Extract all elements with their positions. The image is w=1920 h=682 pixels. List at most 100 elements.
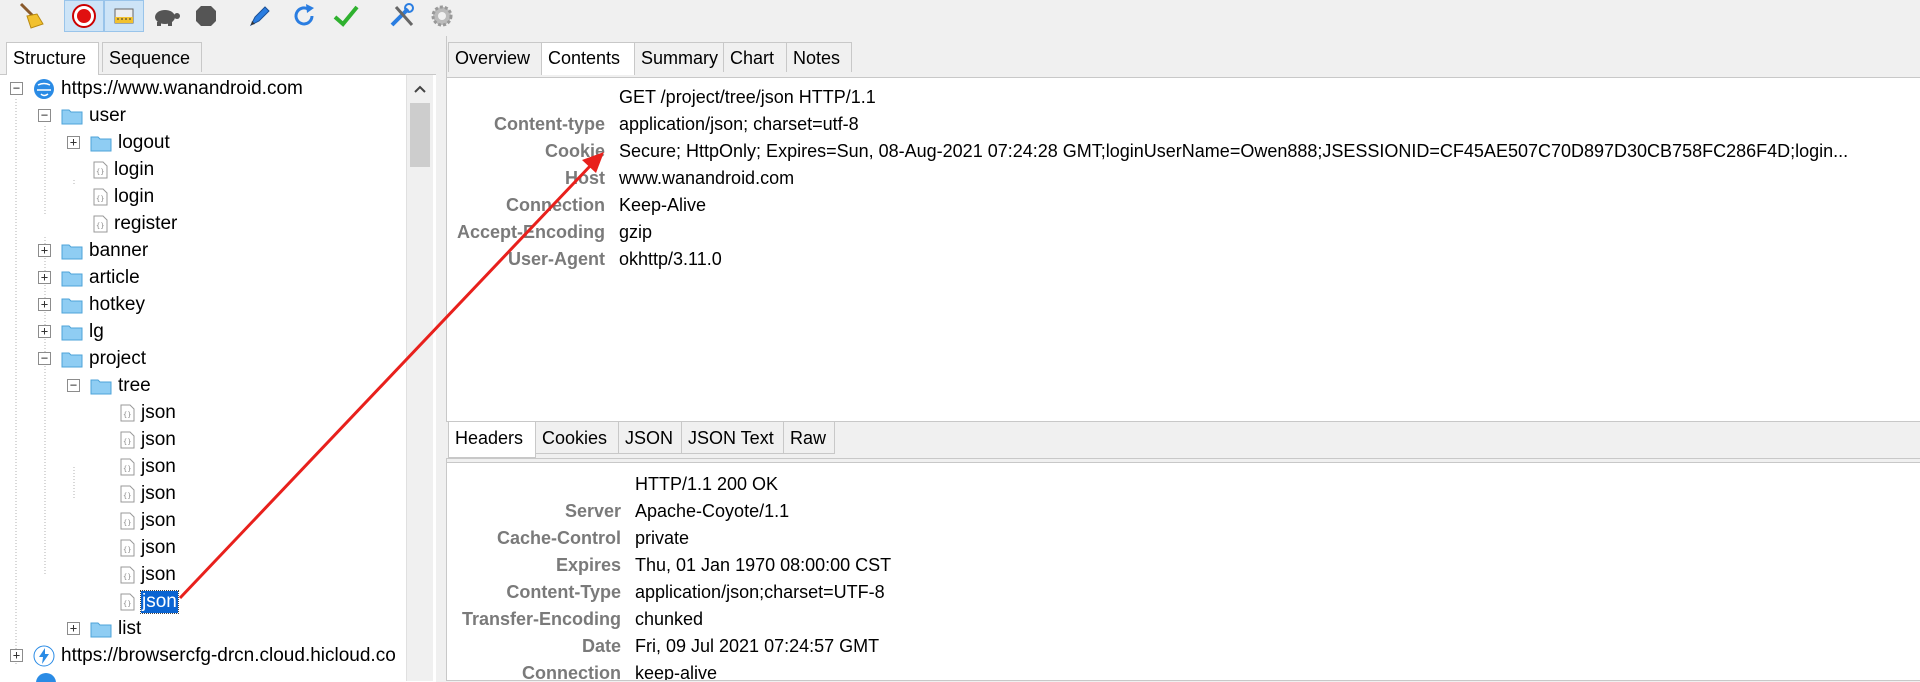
tab-notes[interactable]: Notes [786,42,852,72]
request-header-row: Content-type application/json; charset=u… [447,111,1917,138]
folder-icon [61,107,83,125]
broom-icon[interactable] [12,0,52,32]
tree-item-logout[interactable]: + logout [67,129,170,156]
expand-icon[interactable]: + [67,622,80,635]
expand-icon[interactable]: + [38,271,51,284]
tree-item-host[interactable] [10,669,63,682]
scroll-up-icon[interactable] [407,79,433,99]
tree-item-host[interactable]: + https://browsercfg-drcn.cloud.hicloud.… [10,642,396,669]
tools-icon[interactable] [382,0,422,32]
header-key: Accept-Encoding [457,219,605,246]
header-value: okhttp/3.11.0 [619,246,722,273]
header-key: Date [582,633,621,660]
tree-item-login[interactable]: {} login [93,156,154,183]
tree-item-json[interactable]: {} json [120,534,176,561]
tree-item-hotkey[interactable]: + hotkey [38,291,145,318]
tab-chart[interactable]: Chart [723,42,787,72]
tree-item-json[interactable]: {} json [120,561,176,588]
check-icon[interactable] [326,0,366,32]
tree-item-json[interactable]: {} json [120,507,176,534]
tree-item-json[interactable]: {} json [120,426,176,453]
tree-item-json-selected[interactable]: {} json [120,588,178,615]
request-header-row: Connection Keep-Alive [447,192,1917,219]
json-file-icon: {} [93,215,108,233]
tab-summary[interactable]: Summary [634,42,724,72]
expand-icon[interactable]: + [10,649,23,662]
tab-cookies[interactable]: Cookies [535,422,619,454]
header-value: www.wanandroid.com [619,165,794,192]
tree-item-list[interactable]: + list [67,615,141,642]
tree-scrollbar[interactable] [406,75,433,681]
tab-contents[interactable]: Contents [541,42,635,75]
collapse-icon[interactable]: − [10,82,23,95]
tab-label: JSON Text [688,428,774,448]
tree-item-json[interactable]: {} json [120,399,176,426]
collapse-icon[interactable]: − [38,109,51,122]
tree-label: https://browsercfg-drcn.cloud.hicloud.co [61,645,396,667]
collapse-icon[interactable]: − [38,352,51,365]
scroll-thumb[interactable] [410,103,430,167]
folder-icon [61,269,83,287]
tree-item-project[interactable]: − project [38,345,146,372]
json-file-icon: {} [120,566,135,584]
tree-item-host[interactable]: − https://www.wanandroid.com [10,75,303,102]
tree-item-json[interactable]: {} json [120,480,176,507]
expand-icon[interactable]: + [38,298,51,311]
tree-item-register[interactable]: {} register [93,210,177,237]
tree-item-json[interactable]: {} json [120,453,176,480]
header-key: Expires [556,552,621,579]
stop-icon[interactable] [186,0,226,32]
refresh-icon[interactable] [284,0,324,32]
lightning-icon [33,645,55,667]
tab-overview[interactable]: Overview [448,42,542,72]
tree-label: json [141,483,176,505]
tab-label: Notes [793,48,840,68]
expand-icon[interactable]: + [67,136,80,149]
request-headers-panel: GET /project/tree/json HTTP/1.1 Content-… [446,77,1920,422]
response-header-row: Transfer-Encoding chunked [447,606,1917,633]
response-headers-panel: HTTP/1.1 200 OK Server Apache-Coyote/1.1… [446,462,1920,681]
tab-label: Overview [455,48,530,68]
pen-icon[interactable] [240,0,280,32]
expand-icon[interactable]: + [38,244,51,257]
tree-label: login [114,159,154,181]
header-key: User-Agent [508,246,605,273]
gear-icon[interactable] [422,0,462,32]
tree-label: login [114,186,154,208]
tree-label: lg [89,321,104,343]
globe-icon [33,78,55,100]
tree-label: https://www.wanandroid.com [61,78,303,100]
json-file-icon: {} [120,512,135,530]
tree-item-user[interactable]: − user [38,102,126,129]
tree-guides [0,75,436,682]
tab-label: Cookies [542,428,607,448]
tab-structure[interactable]: Structure [6,42,99,75]
expand-icon[interactable]: + [38,325,51,338]
svg-text:{}: {} [123,600,131,608]
response-header-row: Content-Type application/json;charset=UT… [447,579,1917,606]
tree-item-tree[interactable]: − tree [67,372,151,399]
collapse-icon[interactable]: − [67,379,80,392]
tree-label: json [141,537,176,559]
tab-label: Raw [790,428,826,448]
tree-item-banner[interactable]: + banner [38,237,148,264]
request-line-text: GET /project/tree/json HTTP/1.1 [619,84,876,111]
turtle-icon[interactable] [146,0,186,32]
tab-raw[interactable]: Raw [783,422,835,454]
tree-item-article[interactable]: + article [38,264,140,291]
tab-json-text[interactable]: JSON Text [681,422,784,454]
svg-text:{}: {} [123,573,131,581]
tab-label: Structure [13,48,86,68]
tree-item-lg[interactable]: + lg [38,318,104,345]
tree-label: logout [118,132,170,154]
tab-sequence[interactable]: Sequence [102,42,202,72]
record-icon[interactable] [64,0,104,32]
tree-item-login[interactable]: {} login [93,183,154,210]
folder-icon [61,323,83,341]
tab-json[interactable]: JSON [618,422,682,454]
throttle-icon[interactable] [104,0,144,32]
tab-headers[interactable]: Headers [448,422,536,458]
header-value: gzip [619,219,652,246]
svg-text:{}: {} [123,438,131,446]
response-header-row: Connection keep-alive [447,660,1917,681]
